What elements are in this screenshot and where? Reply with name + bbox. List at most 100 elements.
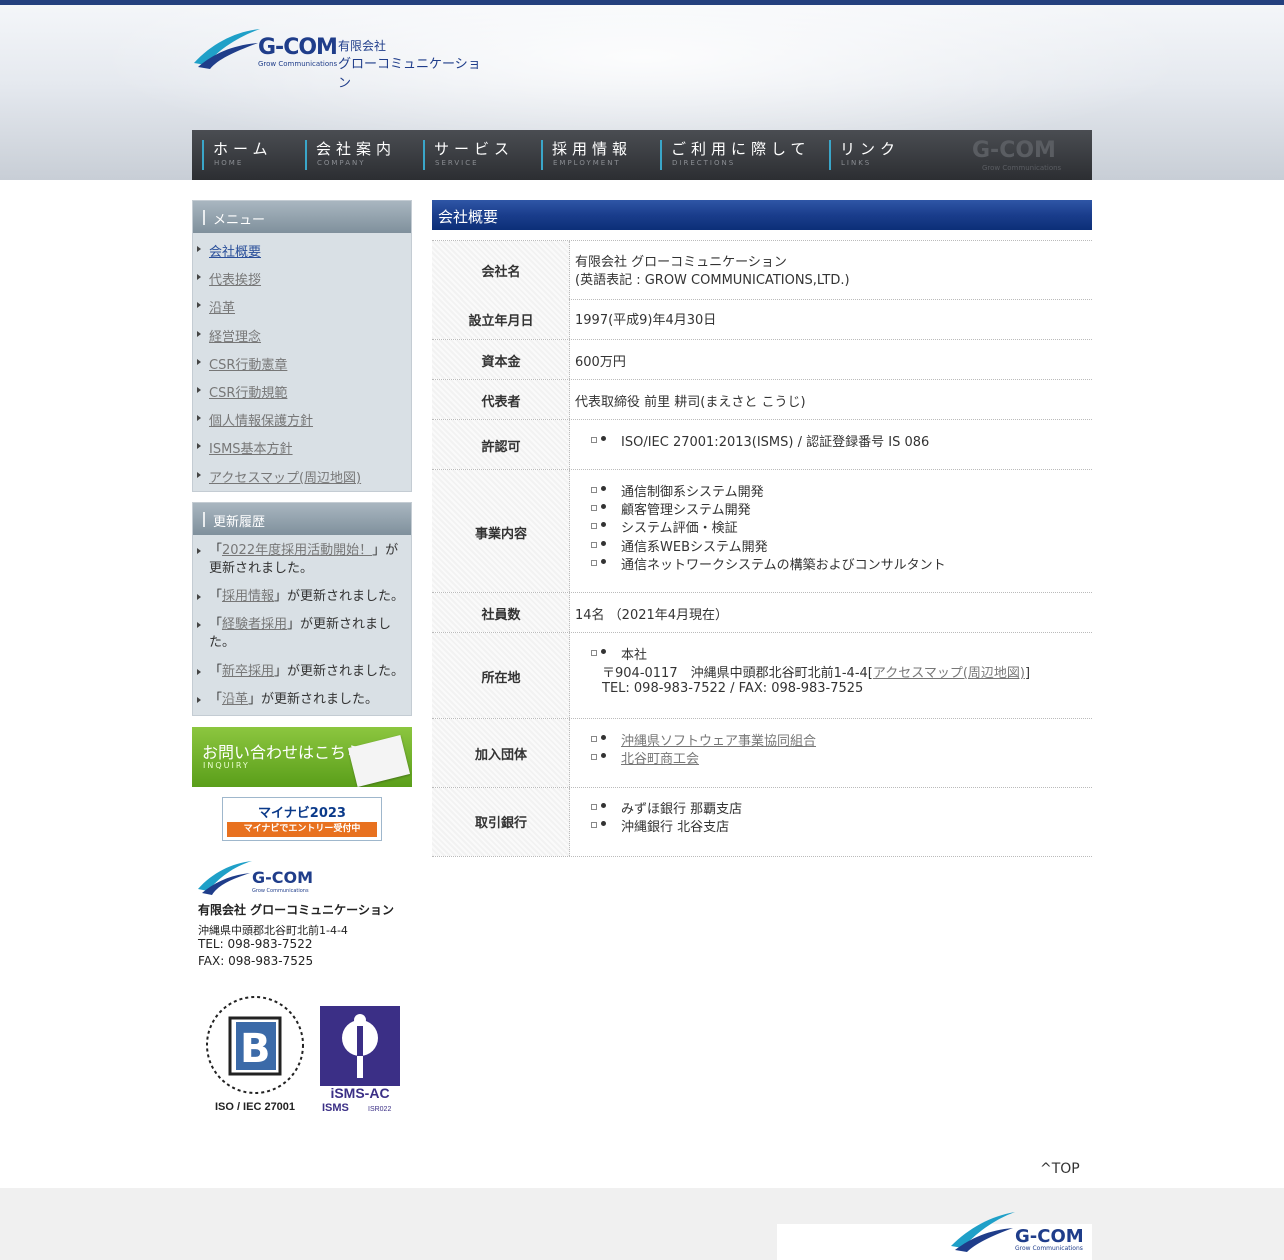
row-representative: 代表者 代表取締役 前里 耕司(まえさと こうじ)	[432, 380, 1092, 420]
nav-directions-label: ご利用に際して	[671, 140, 811, 158]
arrow-right-icon	[197, 359, 201, 365]
capital-value: 600万円	[575, 355, 626, 370]
footer-logo-area: G-COM Grow Communications	[777, 1212, 1092, 1260]
side-menu-link[interactable]: ISMS基本方針	[209, 438, 293, 457]
sidebar-address: 沖縄県中頭郡北谷町北前1-4-4	[198, 924, 348, 937]
side-head-bar	[203, 210, 205, 225]
arrow-right-icon	[197, 415, 201, 421]
row-banks: 取引銀行 みずほ銀行 那覇支店 沖縄銀行 北谷支店	[432, 788, 1092, 857]
org-link[interactable]: 沖縄県ソフトウェア事業協同組合	[621, 734, 816, 749]
row-header: 所在地	[432, 633, 570, 718]
page-title: 会社概要	[438, 208, 499, 226]
update-link[interactable]: 採用情報	[222, 589, 274, 604]
site-logo[interactable]: G-COM Grow Communications 有限会社 グローコミュニケー…	[192, 23, 492, 91]
nav-company-sub: COMPANY	[317, 159, 366, 167]
back-to-top-link[interactable]: ^TOP	[1040, 1161, 1080, 1177]
update-link[interactable]: 経験者採用	[222, 617, 287, 632]
representative-value: 代表取締役 前里 耕司(まえさと こうじ)	[575, 395, 806, 410]
side-menu-link[interactable]: 代表挨拶	[209, 269, 261, 288]
arrow-right-icon	[197, 443, 201, 449]
side-menu-link[interactable]: 沿革	[209, 297, 235, 316]
row-header: 許認可	[432, 420, 570, 469]
logo-wordmark: G-COM	[258, 35, 338, 60]
logo-company-name: グローコミュニケーション	[338, 57, 481, 91]
arrow-right-icon	[197, 594, 201, 600]
iso-certification-badge-icon: B ISO / IEC 27001	[206, 996, 304, 1113]
arrow-right-icon	[197, 548, 201, 554]
nav-home[interactable]: ホーム HOME	[202, 130, 302, 180]
logo-tagline: Grow Communications	[258, 60, 338, 68]
logo-swoosh-icon	[194, 29, 260, 69]
row-header: 事業内容	[432, 470, 570, 592]
nav-service-label: サービス	[434, 140, 515, 158]
side-updates-box: 更新履歴 「2022年度採用活動開始！」が更新されました。 「採用情報」が更新さ…	[192, 502, 412, 716]
nav-links[interactable]: リンク LINKS	[829, 130, 919, 180]
org-link[interactable]: 北谷町商工会	[621, 752, 699, 767]
row-founded: 設立年月日 1997(平成9)年4月30日	[432, 299, 1092, 340]
side-menu-link[interactable]: アクセスマップ(周辺地図)	[209, 467, 361, 486]
location-tel-fax: TEL: 098-983-7522 / FAX: 098-983-7525	[602, 681, 864, 696]
svg-text:Grow Communications: Grow Communications	[252, 888, 309, 894]
isms-ac-badge-icon: iSMS-AC ISMS ISR022	[320, 1006, 400, 1114]
nav-home-sub: HOME	[214, 159, 244, 167]
nav-company-label: 会社案内	[316, 140, 397, 158]
row-header: 取引銀行	[432, 788, 570, 856]
row-company-name: 会社名 有限会社 グローコミュニケーション (英語表記 : GROW COMMU…	[432, 240, 1092, 300]
page-title-bar: 会社概要	[432, 200, 1092, 230]
svg-text:ISR022: ISR022	[368, 1106, 391, 1113]
nav-watermark-logo: G-COM	[972, 138, 1056, 163]
nav-home-label: ホーム	[213, 140, 273, 158]
arrow-right-icon	[197, 331, 201, 337]
svg-text:G-COM: G-COM	[1015, 1226, 1084, 1247]
sidebar-fax: FAX: 098-983-7525	[198, 954, 314, 968]
nav-service[interactable]: サービス SERVICE	[423, 130, 535, 180]
nav-employment[interactable]: 採用情報 EMPLOYMENT	[541, 130, 653, 180]
arrow-right-icon	[197, 472, 201, 478]
svg-text:ISO / IEC 27001: ISO / IEC 27001	[215, 1101, 295, 1113]
nav-watermark-tagline: Grow Communications	[982, 164, 1062, 172]
sidebar-tel: TEL: 098-983-7522	[198, 937, 313, 951]
nav-directions[interactable]: ご利用に際して DIRECTIONS	[660, 130, 825, 180]
row-header: 加入団体	[432, 719, 570, 787]
nav-service-sub: SERVICE	[435, 159, 479, 167]
update-link[interactable]: 沿革	[222, 692, 248, 707]
mynavi-banner[interactable]: マイナビ2023 マイナビでエントリー受付中	[222, 797, 382, 841]
access-map-link[interactable]: アクセスマップ(周辺地図)	[873, 666, 1025, 681]
footer-logo-icon: G-COM Grow Communications	[951, 1212, 1084, 1252]
employees-value: 14名 （2021年4月現在）	[575, 608, 729, 623]
arrow-right-icon	[197, 302, 201, 308]
inquiry-title: お問い合わせはこちら	[202, 743, 363, 762]
svg-text:ISMS: ISMS	[322, 1102, 349, 1114]
update-link[interactable]: 新卒採用	[222, 664, 274, 679]
nav-links-sub: LINKS	[841, 159, 872, 167]
side-menu-link[interactable]: 会社概要	[209, 241, 261, 260]
nav-divider	[660, 140, 662, 170]
arrow-right-icon	[197, 274, 201, 280]
nav-employment-sub: EMPLOYMENT	[553, 159, 621, 167]
row-header: 代表者	[432, 380, 570, 419]
global-nav: ホーム HOME 会社案内 COMPANY サービス SERVICE 採用情報 …	[192, 130, 1092, 180]
side-updates-title: 更新履歴	[213, 515, 266, 530]
side-menu-link[interactable]: CSR行動規範	[209, 382, 287, 401]
row-header: 設立年月日	[432, 299, 570, 339]
inquiry-banner[interactable]: お問い合わせはこちら INQUIRY	[192, 727, 412, 787]
logo-company-type: 有限会社	[338, 39, 387, 53]
svg-text:G-COM: G-COM	[252, 868, 313, 887]
arrow-right-icon	[197, 622, 201, 628]
company-name-english: (英語表記 : GROW COMMUNICATIONS,LTD.)	[575, 273, 850, 288]
row-capital: 資本金 600万円	[432, 340, 1092, 380]
svg-text:B: B	[240, 1026, 271, 1072]
row-business: 事業内容 通信制御系システム開発 顧客管理システム開発 システム評価・検証 通信…	[432, 470, 1092, 593]
founded-value: 1997(平成9)年4月30日	[575, 313, 717, 328]
nav-divider	[541, 140, 543, 170]
row-employees: 社員数 14名 （2021年4月現在）	[432, 593, 1092, 633]
update-link[interactable]: 2022年度採用活動開始！	[222, 543, 372, 558]
arrow-right-icon	[197, 387, 201, 393]
side-menu-link[interactable]: CSR行動憲章	[209, 354, 287, 373]
nav-divider	[423, 140, 425, 170]
side-menu-link[interactable]: 経営理念	[209, 326, 261, 345]
row-header: 会社名	[432, 241, 570, 299]
nav-company[interactable]: 会社案内 COMPANY	[305, 130, 417, 180]
side-menu-link[interactable]: 個人情報保護方針	[209, 410, 313, 429]
sidebar-logo-icon: G-COM Grow Communications	[198, 861, 313, 895]
